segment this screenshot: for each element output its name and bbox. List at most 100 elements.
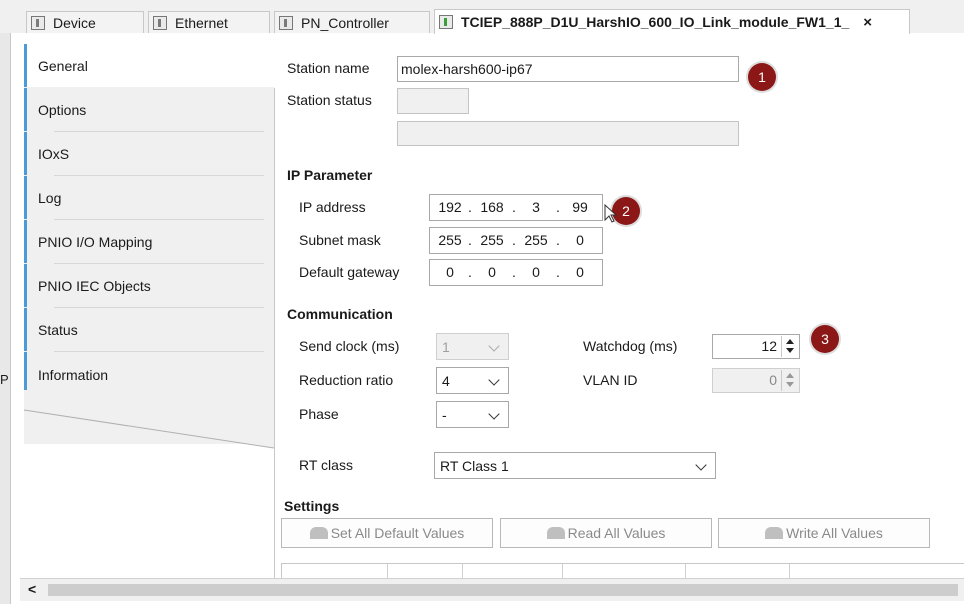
ip-octet: 192 <box>438 199 462 215</box>
sidebar-item-log[interactable]: Log <box>24 176 269 219</box>
editor-tab-strip: Device Ethernet PN_Controller TCIEP_888P… <box>0 0 964 34</box>
phase-label: Phase <box>299 406 339 422</box>
reduction-ratio-value: 4 <box>442 372 450 389</box>
station-status-field <box>397 88 469 114</box>
sidebar-nav: General Options IOxS Log PNIO I/O Mappin… <box>24 44 276 444</box>
write-all-values-button[interactable]: Write All Values <box>718 518 930 548</box>
ip-octet: 0 <box>576 264 584 280</box>
tab-device-label: Device <box>53 14 96 31</box>
device-icon <box>31 15 45 30</box>
default-gateway-label: Default gateway <box>299 264 400 280</box>
content-border <box>274 88 275 578</box>
ip-dot: . <box>468 199 472 215</box>
ip-octet: 255 <box>438 232 462 248</box>
send-clock-select: 1 <box>436 333 509 360</box>
chevron-down-icon <box>488 340 500 352</box>
ip-dot: . <box>512 232 516 248</box>
sidebar-item-pnio-io-mapping[interactable]: PNIO I/O Mapping <box>24 220 269 263</box>
ip-octet: 168 <box>480 199 504 215</box>
tab-ethernet[interactable]: Ethernet <box>148 11 270 33</box>
default-gateway-input[interactable]: 0 . 0 . 0 . 0 <box>429 259 603 286</box>
ip-dot: . <box>556 199 560 215</box>
write-device-icon <box>765 527 784 539</box>
sidebar-item-status[interactable]: Status <box>24 308 269 351</box>
station-name-input[interactable]: molex-harsh600-ip67 <box>397 56 739 82</box>
spin-buttons[interactable] <box>781 336 798 357</box>
ip-dot: . <box>468 232 472 248</box>
watchdog-spinner[interactable]: 12 <box>712 334 800 359</box>
watchdog-label: Watchdog (ms) <box>583 338 678 354</box>
station-name-label: Station name <box>287 60 370 76</box>
scrollbar-thumb[interactable] <box>48 584 958 596</box>
spin-down-icon <box>786 382 794 387</box>
annotation-marker-3: 3 <box>811 325 839 353</box>
column-divider <box>789 564 790 579</box>
reduction-ratio-select[interactable]: 4 <box>436 367 509 394</box>
device-icon <box>153 15 167 30</box>
tab-pn-controller[interactable]: PN_Controller <box>274 11 430 33</box>
station-status-label: Station status <box>287 92 372 108</box>
ip-dot: . <box>556 232 560 248</box>
ip-octet: 0 <box>576 232 584 248</box>
ip-octet: 3 <box>532 199 540 215</box>
spin-up-icon[interactable] <box>786 339 794 344</box>
ip-dot: . <box>512 199 516 215</box>
ip-octet: 255 <box>480 232 504 248</box>
scroll-left-icon[interactable]: < <box>28 581 36 597</box>
rt-class-label: RT class <box>299 457 353 473</box>
column-divider <box>462 564 463 579</box>
tab-device[interactable]: Device <box>26 11 144 33</box>
sidebar-item-label: Options <box>38 101 87 118</box>
ip-octet: 0 <box>532 264 540 280</box>
sidebar-item-pnio-iec-objects[interactable]: PNIO IEC Objects <box>24 264 269 307</box>
sidebar-item-label: PNIO IEC Objects <box>38 277 151 294</box>
tab-tciep-module[interactable]: TCIEP_888P_D1U_HarshIO_600_IO_Link_modul… <box>434 9 910 34</box>
sidebar-item-label: Status <box>38 321 78 338</box>
chevron-down-icon <box>488 408 500 420</box>
sidebar-item-label: Log <box>38 189 62 206</box>
sidebar-item-label: General <box>38 57 88 74</box>
ip-octet: 99 <box>572 199 588 215</box>
ip-address-input[interactable]: 192 . 168 . 3 . 99 <box>429 194 603 221</box>
spin-down-icon[interactable] <box>786 348 794 353</box>
subnet-mask-input[interactable]: 255 . 255 . 255 . 0 <box>429 227 603 254</box>
spin-up-icon <box>786 373 794 378</box>
left-panel-edge-letter: P <box>0 372 9 387</box>
subnet-mask-label: Subnet mask <box>299 232 381 248</box>
close-icon[interactable]: × <box>863 14 872 31</box>
settings-header: Settings <box>284 498 340 514</box>
station-status-text-field <box>397 121 739 146</box>
phase-select[interactable]: - <box>436 401 509 428</box>
settings-table-header <box>281 563 964 579</box>
column-divider <box>562 564 563 579</box>
ip-dot: . <box>512 264 516 280</box>
horizontal-scrollbar[interactable]: < <box>20 578 964 601</box>
ip-octet: 0 <box>446 264 454 280</box>
button-label: Read All Values <box>567 525 666 541</box>
chevron-down-icon <box>488 374 500 386</box>
sidebar-item-label: IOxS <box>38 145 70 162</box>
ip-parameter-header: IP Parameter <box>287 167 373 183</box>
annotation-marker-1: 1 <box>748 63 776 91</box>
sidebar-item-label: Information <box>38 367 109 383</box>
rt-class-select[interactable]: RT Class 1 <box>434 452 716 479</box>
sidebar-item-label: PNIO I/O Mapping <box>38 233 153 250</box>
mouse-cursor-icon <box>604 204 618 223</box>
send-clock-value: 1 <box>442 338 450 355</box>
column-divider <box>685 564 686 579</box>
phase-value: - <box>442 406 447 423</box>
vlan-id-spinner: 0 <box>712 368 800 393</box>
sidebar-item-ioxs[interactable]: IOxS <box>24 132 269 175</box>
ip-dot: . <box>556 264 560 280</box>
sidebar-tab-shadow <box>23 390 275 449</box>
sidebar-item-general[interactable]: General <box>24 44 276 87</box>
read-device-icon <box>546 527 565 539</box>
sidebar-item-options[interactable]: Options <box>24 88 269 131</box>
device-green-icon <box>439 15 453 29</box>
set-all-default-values-button[interactable]: Set All Default Values <box>281 518 493 548</box>
send-clock-label: Send clock (ms) <box>299 338 400 354</box>
read-all-values-button[interactable]: Read All Values <box>500 518 712 548</box>
spin-buttons <box>781 370 798 391</box>
tab-ethernet-label: Ethernet <box>175 14 228 31</box>
reduction-ratio-label: Reduction ratio <box>299 372 394 388</box>
